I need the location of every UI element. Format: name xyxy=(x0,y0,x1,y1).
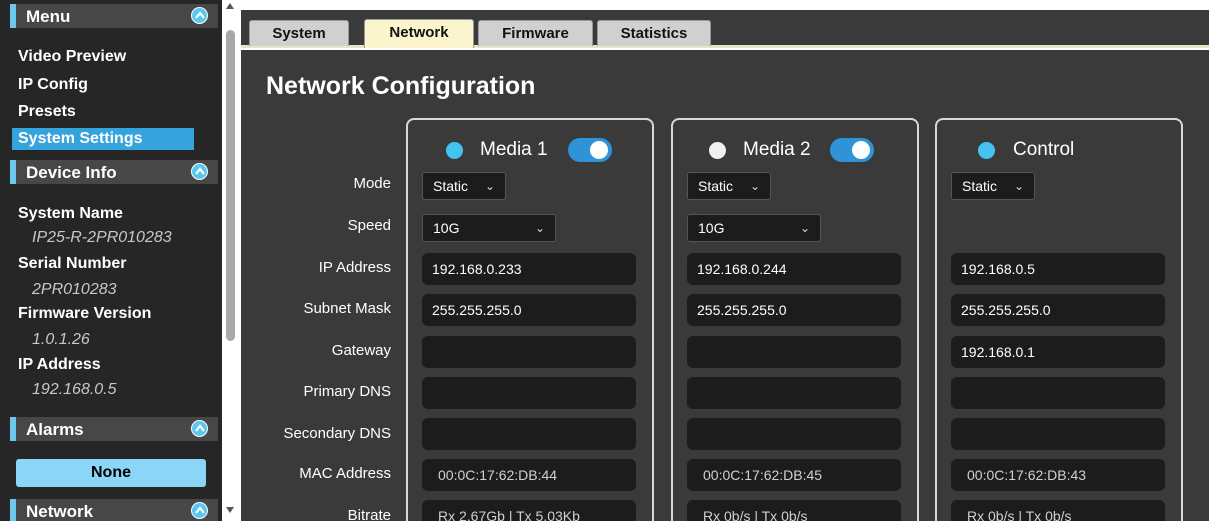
media-2-speed-select[interactable]: 10G ⌄ xyxy=(687,214,821,242)
toggle-knob xyxy=(590,141,608,159)
menu-section-header[interactable]: Menu xyxy=(10,4,218,28)
media-1-primary-dns-input[interactable] xyxy=(422,377,636,409)
media-2-ip-address-input[interactable]: 192.168.0.244 xyxy=(687,253,901,285)
media-1-speed-select[interactable]: 10G ⌄ xyxy=(422,214,556,242)
alarms-section-header[interactable]: Alarms xyxy=(10,417,218,441)
chevron-down-icon: ⌄ xyxy=(799,221,810,235)
tab-bar: System Network Firmware Statistics xyxy=(241,10,1209,48)
network-configuration-panel: Network Configuration Mode Speed IP Addr… xyxy=(241,50,1209,521)
tab-system[interactable]: System xyxy=(249,20,349,46)
control-subnet-mask-input[interactable]: 255.255.255.0 xyxy=(951,294,1165,326)
speed-row-label: Speed xyxy=(347,217,391,234)
device-info-section-title: Device Info xyxy=(26,163,117,182)
media-2-gateway-input[interactable] xyxy=(687,336,901,368)
media-2-subnet-mask-input[interactable]: 255.255.255.0 xyxy=(687,294,901,326)
network-section-header[interactable]: Network xyxy=(10,499,218,521)
control-status-dot xyxy=(978,142,995,159)
media-1-title: Media 1 xyxy=(480,139,548,160)
mode-row-label: Mode xyxy=(353,175,391,192)
chevron-up-icon[interactable] xyxy=(191,420,208,437)
media-2-mode-select[interactable]: Static ⌄ xyxy=(687,172,771,200)
control-mode-select[interactable]: Static ⌄ xyxy=(951,172,1035,200)
control-ip-address-input[interactable]: 192.168.0.5 xyxy=(951,253,1165,285)
media-1-mac-address: 00:0C:17:62:DB:44 xyxy=(422,459,636,491)
media-1-secondary-dns-input[interactable] xyxy=(422,418,636,450)
media-2-mode-value: Static xyxy=(698,178,734,194)
control-mac-address: 00:0C:17:62:DB:43 xyxy=(951,459,1165,491)
media-2-card: Media 2 Static ⌄ 10G ⌄ 192.168.0.244 255.2… xyxy=(671,118,919,521)
firmware-version-value: 1.0.1.26 xyxy=(32,331,90,348)
chevron-up-icon[interactable] xyxy=(191,7,208,24)
row-labels: Mode Speed IP Address Subnet Mask Gatewa… xyxy=(241,50,391,521)
media-1-mode-value: Static xyxy=(433,178,469,194)
secondary-dns-row-label: Secondary DNS xyxy=(283,425,391,442)
media-2-status-dot xyxy=(709,142,726,159)
media-2-mac-address: 00:0C:17:62:DB:45 xyxy=(687,459,901,491)
control-title: Control xyxy=(1013,139,1075,160)
media-2-speed-value: 10G xyxy=(698,220,725,236)
firmware-version-label: Firmware Version xyxy=(18,305,152,322)
alarms-section-title: Alarms xyxy=(26,420,84,439)
chevron-up-icon[interactable] xyxy=(191,502,208,519)
control-primary-dns-input[interactable] xyxy=(951,377,1165,409)
gateway-row-label: Gateway xyxy=(331,342,391,359)
media-1-gateway-input[interactable] xyxy=(422,336,636,368)
media-2-secondary-dns-input[interactable] xyxy=(687,418,901,450)
serial-number-value: 2PR010283 xyxy=(32,281,117,298)
ip-address-label: IP Address xyxy=(18,356,101,373)
media-2-primary-dns-input[interactable] xyxy=(687,377,901,409)
nav-item-ip-config[interactable]: IP Config xyxy=(18,76,88,94)
device-info-section-header[interactable]: Device Info xyxy=(10,160,218,184)
tab-network[interactable]: Network xyxy=(364,19,474,48)
media-1-enable-toggle[interactable] xyxy=(568,138,612,162)
menu-section-title: Menu xyxy=(26,7,71,26)
chevron-down-icon: ⌄ xyxy=(484,179,495,193)
chevron-down-icon: ⌄ xyxy=(534,221,545,235)
scroll-up-arrow-icon[interactable] xyxy=(226,3,234,9)
system-name-label: System Name xyxy=(18,205,123,222)
chevron-up-icon[interactable] xyxy=(191,163,208,180)
nav-item-system-settings[interactable]: System Settings xyxy=(12,128,194,150)
media-1-card: Media 1 Static ⌄ 10G ⌄ 192.168.0.233 255.2… xyxy=(406,118,654,521)
serial-number-label: Serial Number xyxy=(18,255,127,272)
chevron-down-icon: ⌄ xyxy=(749,179,760,193)
control-card: Control Static ⌄ 192.168.0.5 255.255.255.… xyxy=(935,118,1183,521)
sidebar: Menu Video Preview IP Config Presets Sys… xyxy=(0,0,222,521)
media-1-ip-address-input[interactable]: 192.168.0.233 xyxy=(422,253,636,285)
system-name-value: IP25-R-2PR010283 xyxy=(32,229,172,246)
media-1-subnet-mask-input[interactable]: 255.255.255.0 xyxy=(422,294,636,326)
tab-statistics[interactable]: Statistics xyxy=(597,20,711,46)
media-1-mode-select[interactable]: Static ⌄ xyxy=(422,172,506,200)
control-mode-value: Static xyxy=(962,178,998,194)
ip-address-row-label: IP Address xyxy=(318,259,391,276)
media-1-status-dot xyxy=(446,142,463,159)
nav-item-video-preview[interactable]: Video Preview xyxy=(18,48,126,66)
control-secondary-dns-input[interactable] xyxy=(951,418,1165,450)
tab-firmware[interactable]: Firmware xyxy=(478,20,593,46)
main-panel: System Network Firmware Statistics Netwo… xyxy=(239,0,1209,521)
subnet-mask-row-label: Subnet Mask xyxy=(303,300,391,317)
primary-dns-row-label: Primary DNS xyxy=(303,383,391,400)
chevron-down-icon: ⌄ xyxy=(1013,179,1024,193)
bitrate-row-label: Bitrate xyxy=(347,507,391,521)
control-bitrate: Rx 0b/s | Tx 0b/s xyxy=(951,500,1165,521)
mac-address-row-label: MAC Address xyxy=(299,465,391,482)
media-2-bitrate: Rx 0b/s | Tx 0b/s xyxy=(687,500,901,521)
media-2-enable-toggle[interactable] xyxy=(830,138,874,162)
alarm-status-badge: None xyxy=(16,459,206,487)
network-section-title: Network xyxy=(26,502,94,521)
media-1-speed-value: 10G xyxy=(433,220,460,236)
media-1-bitrate: Rx 2.67Gb | Tx 5.03Kb xyxy=(422,500,636,521)
ip-address-value: 192.168.0.5 xyxy=(32,381,117,398)
control-gateway-input[interactable]: 192.168.0.1 xyxy=(951,336,1165,368)
media-2-title: Media 2 xyxy=(743,139,811,160)
nav-item-presets[interactable]: Presets xyxy=(18,103,76,121)
toggle-knob xyxy=(852,141,870,159)
